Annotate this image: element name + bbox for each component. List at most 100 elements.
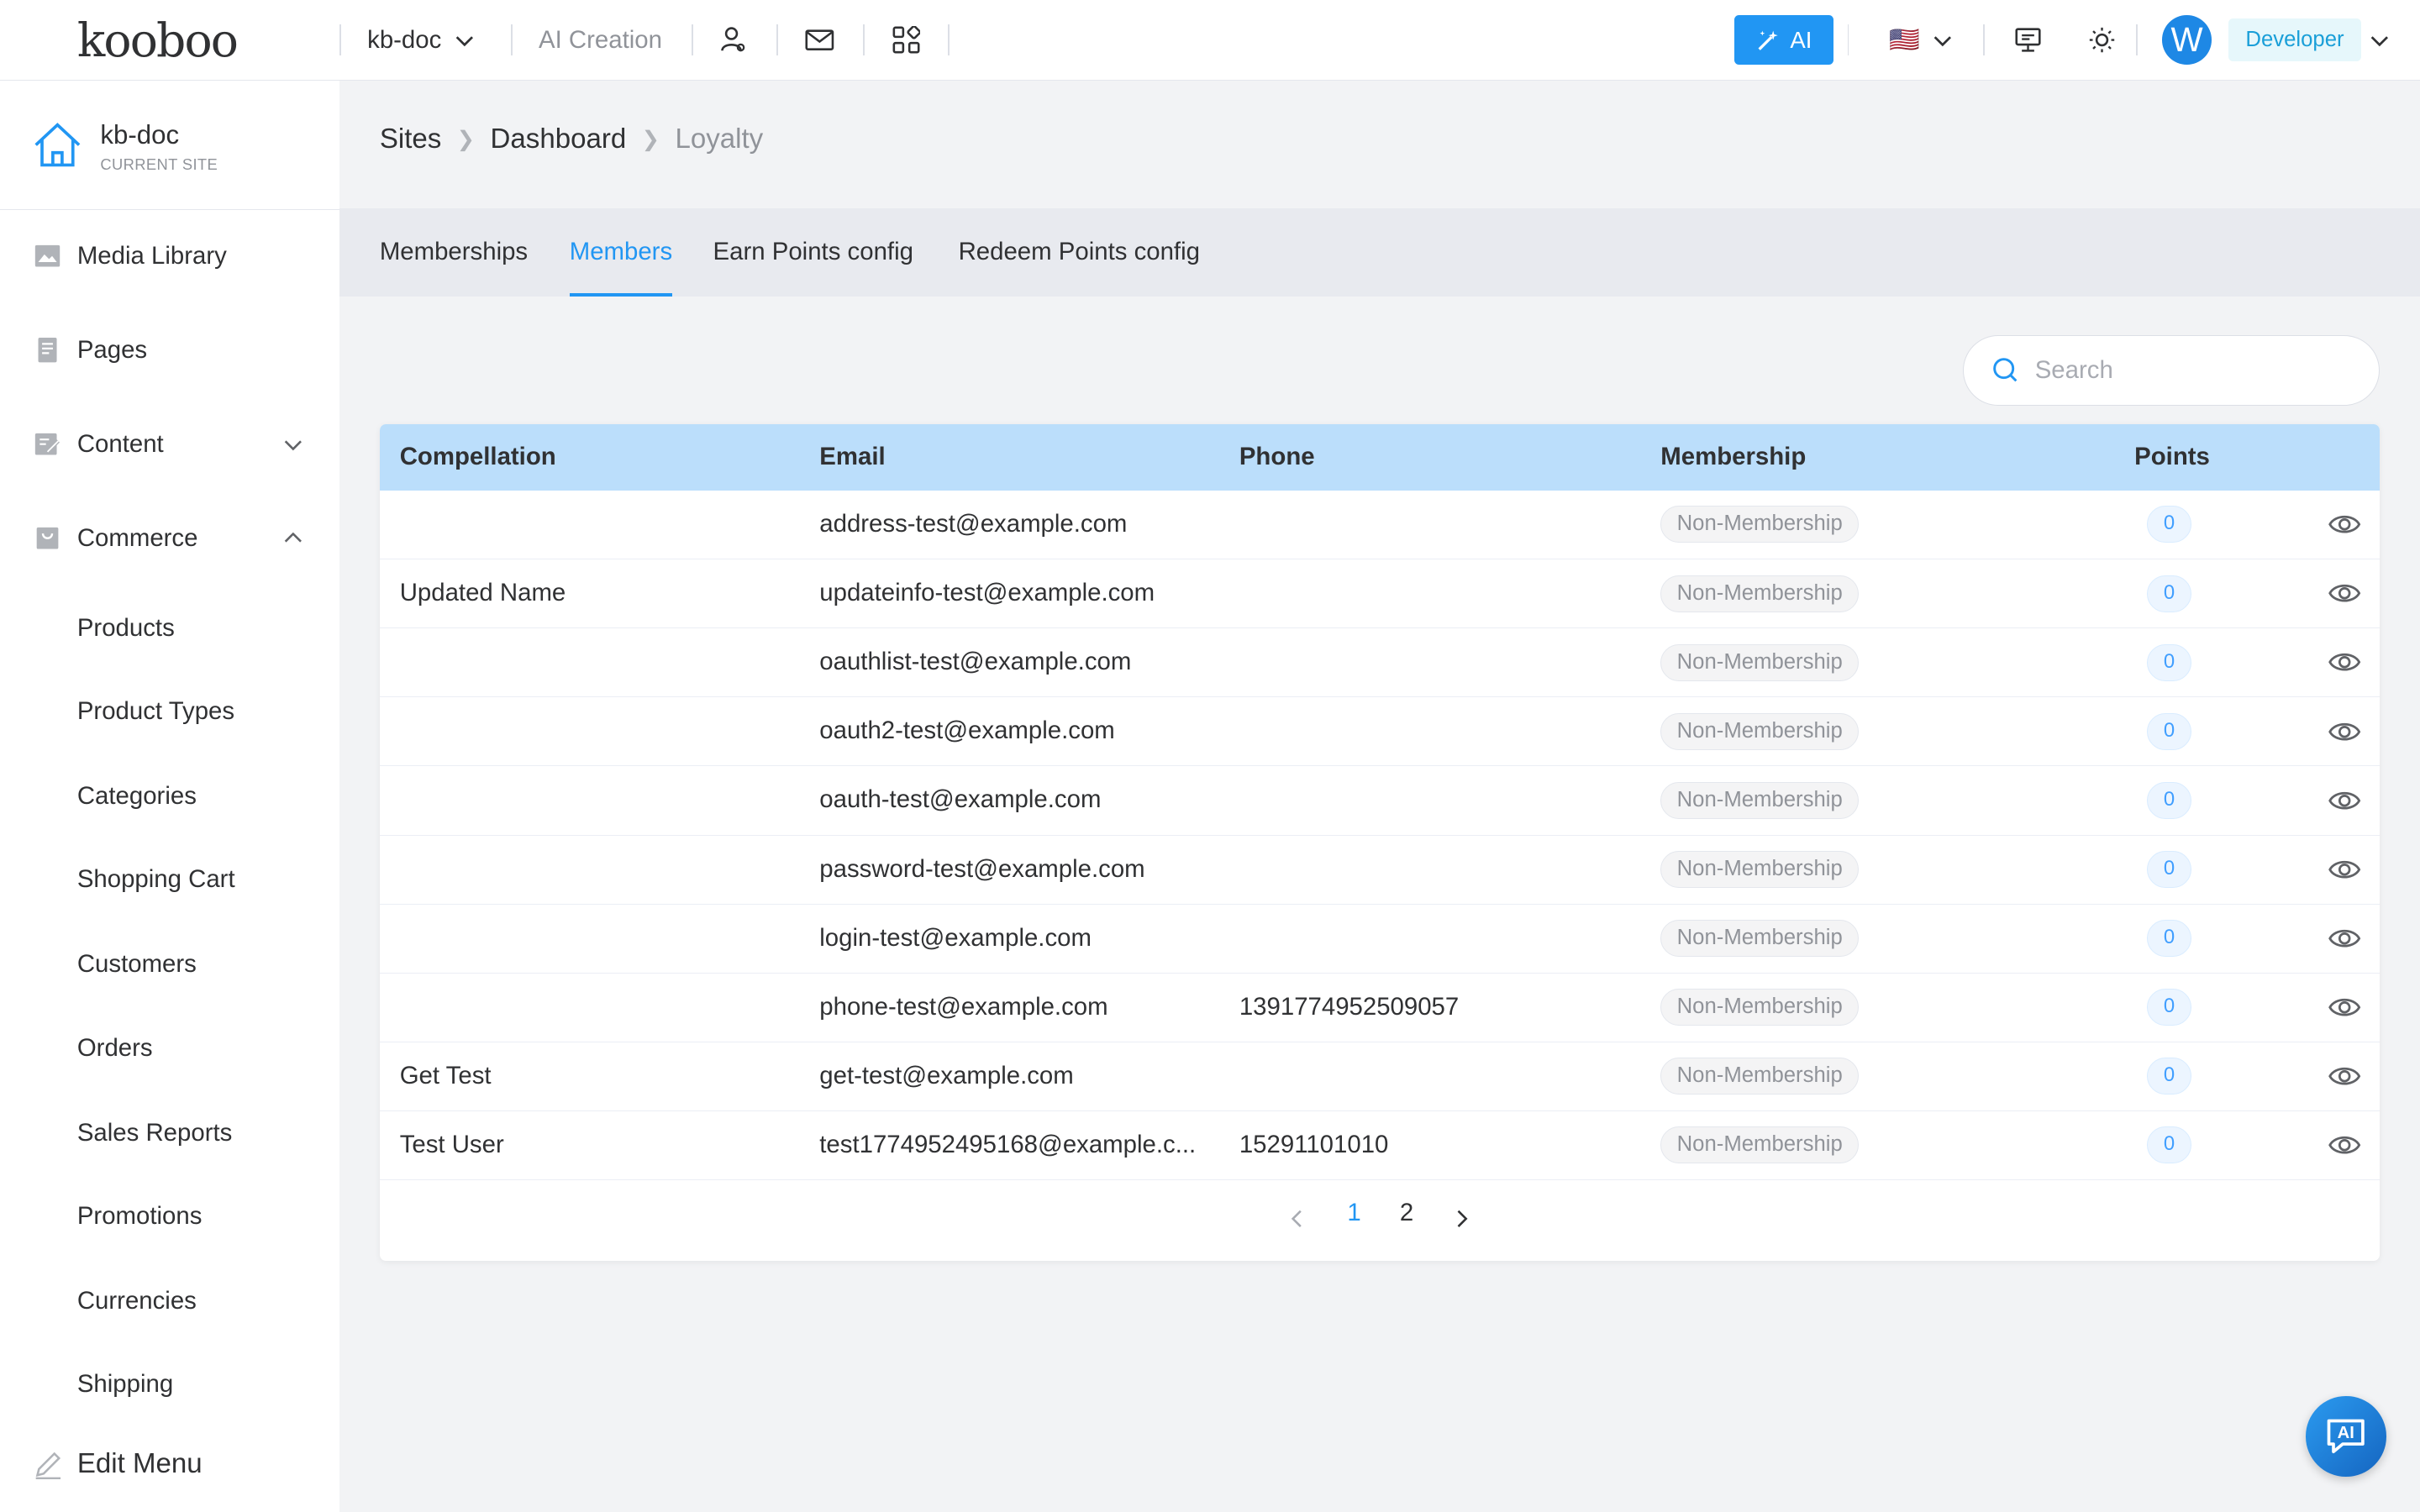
- points-badge: 0: [2146, 1126, 2192, 1164]
- sidebar-item-commerce[interactable]: Commerce: [0, 507, 339, 569]
- breadcrumb-sites[interactable]: Sites: [380, 123, 441, 155]
- view-eye-icon[interactable]: [2328, 784, 2361, 824]
- sidebar-item-media-library[interactable]: Media Library: [0, 225, 339, 286]
- search-input[interactable]: [2032, 354, 2341, 386]
- table-row: oauthlist-test@example.com Non-Membership…: [379, 628, 2381, 698]
- membership-badge: Non-Membership: [1660, 1126, 1860, 1164]
- sidebar-item-label: Commerce: [76, 523, 198, 552]
- search-box[interactable]: [1963, 334, 2381, 407]
- cell-email: phone-test@example.com: [819, 992, 1108, 1021]
- points-badge: 0: [2146, 643, 2192, 681]
- top-bar: kooboo kb-doc AI Creation AI 🇺🇸 W Develo…: [0, 0, 2420, 81]
- shopping-bag-icon: [37, 528, 59, 549]
- chevron-right-icon[interactable]: [1454, 1208, 1469, 1230]
- divider: [862, 24, 865, 56]
- mail-icon[interactable]: [801, 22, 838, 59]
- edit-document-icon: [35, 433, 60, 455]
- view-eye-icon[interactable]: [2328, 645, 2361, 685]
- chevron-right-icon: ❯: [641, 127, 660, 151]
- view-eye-icon[interactable]: [2328, 921, 2361, 962]
- divider: [1847, 24, 1849, 56]
- sidebar-item-label: Media Library: [76, 241, 227, 270]
- cell-email: oauth-test@example.com: [819, 785, 1102, 814]
- breadcrumb-dashboard[interactable]: Dashboard: [491, 123, 627, 155]
- points-badge: 0: [2146, 781, 2192, 819]
- page-button-2[interactable]: 2: [1400, 1199, 1413, 1227]
- membership-badge: Non-Membership: [1660, 781, 1860, 819]
- points-badge: 0: [2146, 506, 2192, 543]
- divider: [510, 24, 513, 56]
- chevron-right-icon: ❯: [456, 127, 476, 151]
- sidebar-item-sales-reports[interactable]: Sales Reports: [77, 1119, 233, 1147]
- user-settings-icon[interactable]: [714, 22, 751, 59]
- sidebar-item-orders[interactable]: Orders: [77, 1034, 153, 1063]
- chevron-left-icon[interactable]: [1290, 1208, 1305, 1230]
- ai-float-label: AI: [2337, 1423, 2354, 1442]
- sidebar: kb-doc CURRENT SITE Media Library Pages …: [0, 80, 340, 1512]
- view-eye-icon[interactable]: [2328, 990, 2361, 1031]
- sidebar-item-categories[interactable]: Categories: [77, 782, 197, 811]
- column-header-compellation: Compellation: [399, 443, 556, 471]
- current-site-box[interactable]: kb-doc CURRENT SITE: [0, 81, 340, 210]
- table-row: oauth2-test@example.com Non-Membership 0: [379, 697, 2381, 767]
- edit-menu-button[interactable]: Edit Menu: [0, 1433, 339, 1494]
- view-eye-icon[interactable]: [2328, 715, 2361, 755]
- sidebar-item-product-types[interactable]: Product Types: [77, 697, 234, 726]
- sidebar-item-products[interactable]: Products: [77, 614, 175, 643]
- sidebar-item-shopping-cart[interactable]: Shopping Cart: [77, 865, 235, 894]
- view-eye-icon[interactable]: [2328, 1128, 2361, 1168]
- view-eye-icon[interactable]: [2328, 507, 2361, 548]
- sidebar-item-shipping[interactable]: Shipping: [77, 1370, 173, 1399]
- chevron-down-icon[interactable]: [2369, 29, 2391, 51]
- sidebar-item-currencies[interactable]: Currencies: [77, 1287, 197, 1315]
- page-icon: [38, 338, 57, 363]
- ai-button[interactable]: AI: [1734, 15, 1833, 66]
- sidebar-item-label: Content: [76, 429, 164, 458]
- language-selector[interactable]: 🇺🇸: [1889, 0, 1954, 81]
- sidebar-item-pages[interactable]: Pages: [0, 319, 339, 381]
- tab-bar: Memberships Members Earn Points config R…: [339, 207, 2420, 297]
- membership-badge: Non-Membership: [1660, 575, 1860, 612]
- apps-grid-icon[interactable]: [887, 22, 924, 59]
- search-icon: [1993, 358, 2018, 382]
- preview-monitor-icon[interactable]: [2009, 22, 2046, 59]
- tab-memberships[interactable]: Memberships: [380, 208, 528, 297]
- cell-email: updateinfo-test@example.com: [819, 579, 1155, 607]
- cell-email: address-test@example.com: [819, 510, 1128, 538]
- membership-badge: Non-Membership: [1660, 506, 1860, 543]
- table-row: address-test@example.com Non-Membership 0: [379, 491, 2381, 560]
- theme-sun-icon[interactable]: [2084, 22, 2121, 59]
- divider: [2135, 24, 2138, 56]
- sidebar-item-content[interactable]: Content: [0, 413, 339, 475]
- points-badge: 0: [2146, 712, 2192, 750]
- tab-members[interactable]: Members: [569, 208, 672, 297]
- cell-email: password-test@example.com: [819, 854, 1145, 883]
- membership-badge: Non-Membership: [1660, 712, 1860, 750]
- view-eye-icon[interactable]: [2328, 1059, 2361, 1100]
- page-button-1[interactable]: 1: [1347, 1199, 1360, 1227]
- tab-redeem-points-config[interactable]: Redeem Points config: [959, 208, 1200, 297]
- points-badge: 0: [2146, 575, 2192, 612]
- site-selector[interactable]: kb-doc: [367, 0, 476, 81]
- tab-earn-points-config[interactable]: Earn Points config: [713, 208, 913, 297]
- ai-creation-link[interactable]: AI Creation: [539, 0, 662, 81]
- site-name: kb-doc: [100, 120, 180, 150]
- view-eye-icon[interactable]: [2328, 576, 2361, 617]
- divider: [776, 24, 778, 56]
- role-badge[interactable]: Developer: [2228, 18, 2361, 62]
- divider: [1983, 24, 1985, 56]
- user-avatar[interactable]: W: [2162, 15, 2212, 66]
- ai-assistant-button[interactable]: AI: [2306, 1396, 2386, 1477]
- cell-email: get-test@example.com: [819, 1061, 1074, 1089]
- sidebar-item-customers[interactable]: Customers: [77, 950, 197, 979]
- cell-compellation: Test User: [399, 1130, 504, 1158]
- members-table: Compellation Email Phone Membership Poin…: [379, 424, 2381, 1261]
- sidebar-item-promotions[interactable]: Promotions: [77, 1202, 203, 1231]
- view-eye-icon[interactable]: [2328, 853, 2361, 893]
- points-badge: 0: [2146, 1058, 2192, 1095]
- cell-email: oauthlist-test@example.com: [819, 648, 1132, 676]
- table-row: Test User test1774952495168@example.c... 1…: [379, 1111, 2381, 1181]
- kooboo-logo[interactable]: kooboo: [77, 13, 239, 68]
- chevron-down-icon: [1934, 36, 1952, 47]
- breadcrumb: Sites ❯ Dashboard ❯ Loyalty: [380, 123, 763, 155]
